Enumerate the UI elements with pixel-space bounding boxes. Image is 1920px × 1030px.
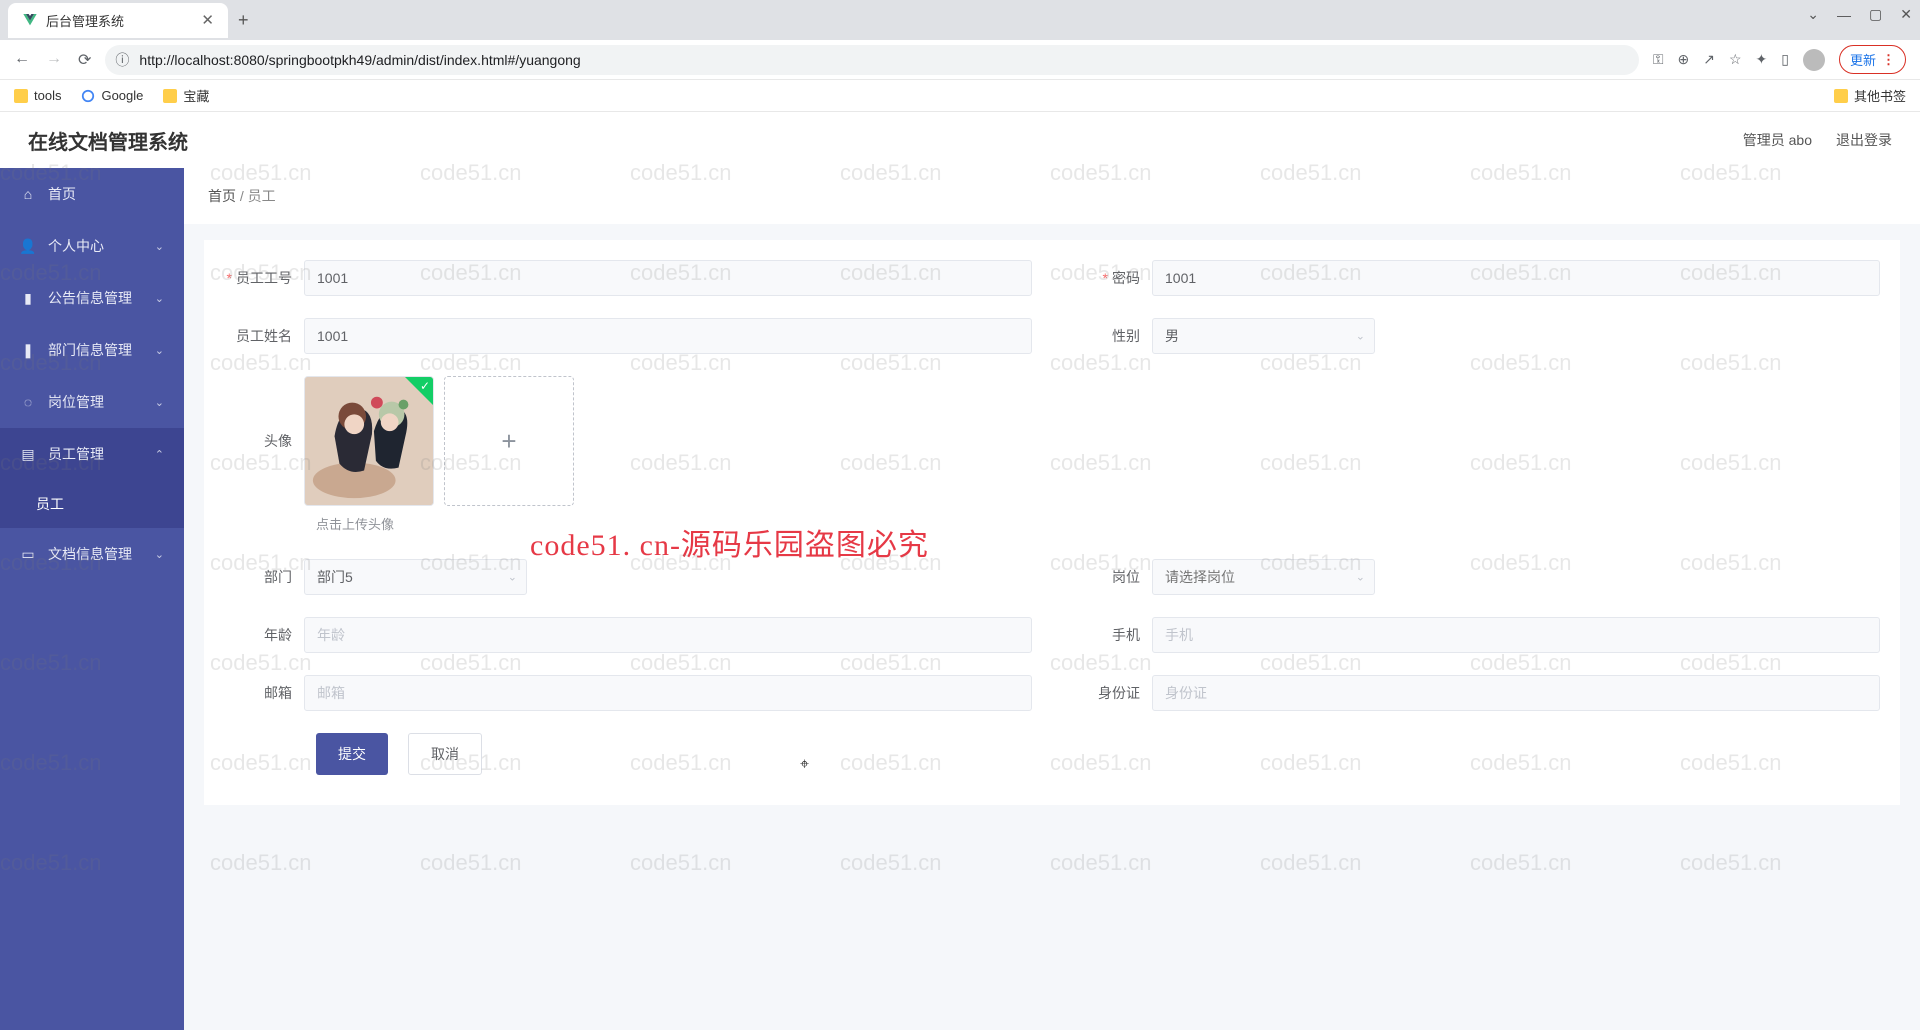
label-employee-id: 员工工号 xyxy=(224,268,304,288)
input-name[interactable] xyxy=(304,318,1032,354)
bookmark-tools[interactable]: tools xyxy=(14,88,61,103)
vue-favicon-icon xyxy=(22,12,38,28)
close-tab-icon[interactable]: ✕ xyxy=(201,11,214,29)
submit-button[interactable]: 提交 xyxy=(316,733,388,775)
sidebar-item-home[interactable]: ⌂首页 xyxy=(0,168,184,220)
breadcrumb-current: 员工 xyxy=(248,188,276,204)
reload-button[interactable]: ⟳ xyxy=(78,50,91,70)
sidebar-item-position[interactable]: ◌岗位管理⌄ xyxy=(0,376,184,428)
employee-form: 员工工号 密码 员工姓名 性别 ⌄ xyxy=(204,240,1900,805)
password-key-icon[interactable]: ⚿ xyxy=(1653,51,1664,68)
sidebar-item-employee[interactable]: ▤员工管理⌃ xyxy=(0,428,184,480)
app-title: 在线文档管理系统 xyxy=(28,126,188,155)
sidebar-item-profile[interactable]: 👤个人中心⌄ xyxy=(0,220,184,272)
chevron-down-icon: ⌄ xyxy=(155,240,164,253)
update-button[interactable]: 更新⋮ xyxy=(1839,45,1906,74)
label-dept: 部门 xyxy=(224,567,304,587)
sidebar: ⌂首页 👤个人中心⌄ ▮公告信息管理⌄ ❚部门信息管理⌄ ◌岗位管理⌄ ▤员工管… xyxy=(0,168,184,1030)
label-post: 岗位 xyxy=(1072,567,1152,587)
tab-bar: 后台管理系统 ✕ + ⌄ — ▢ ✕ xyxy=(0,0,1920,40)
submenu-employee: 员工 xyxy=(0,480,184,528)
list-icon: ▤ xyxy=(20,446,36,463)
new-tab-button[interactable]: + xyxy=(238,10,249,31)
breadcrumb-sep: / xyxy=(240,188,244,204)
share-icon[interactable]: ↗ xyxy=(1703,51,1715,68)
current-user[interactable]: 管理员 abo xyxy=(1743,130,1812,150)
chevron-down-icon: ⌄ xyxy=(155,396,164,409)
select-post[interactable] xyxy=(1152,559,1375,595)
input-employee-id[interactable] xyxy=(304,260,1032,296)
profile-avatar[interactable] xyxy=(1803,49,1825,71)
main-layout: ⌂首页 👤个人中心⌄ ▮公告信息管理⌄ ❚部门信息管理⌄ ◌岗位管理⌄ ▤员工管… xyxy=(0,168,1920,1030)
chevron-up-icon: ⌃ xyxy=(155,448,164,461)
avatar-preview[interactable] xyxy=(304,376,434,506)
breadcrumb: 首页 / 员工 xyxy=(184,168,1920,224)
tab-title: 后台管理系统 xyxy=(46,11,124,30)
sidebar-subitem-employee[interactable]: 员工 xyxy=(0,480,184,528)
google-icon xyxy=(81,89,95,103)
select-dept[interactable] xyxy=(304,559,527,595)
close-window-icon[interactable]: ✕ xyxy=(1900,6,1912,23)
label-email: 邮箱 xyxy=(224,683,304,703)
extensions-icon[interactable]: ✦ xyxy=(1756,51,1768,68)
bookmark-star-icon[interactable]: ☆ xyxy=(1729,51,1742,68)
label-password: 密码 xyxy=(1072,268,1152,288)
minimize-icon[interactable]: — xyxy=(1837,7,1851,23)
browser-tab[interactable]: 后台管理系统 ✕ xyxy=(8,3,228,38)
input-age[interactable] xyxy=(304,617,1032,653)
bookmark-bar: tools Google 宝藏 其他书签 xyxy=(0,80,1920,112)
folder-icon xyxy=(163,89,177,103)
input-password[interactable] xyxy=(1152,260,1880,296)
site-info-icon[interactable]: ⓘ xyxy=(115,50,129,70)
bookmark-google[interactable]: Google xyxy=(81,88,143,103)
forward-button[interactable]: → xyxy=(46,50,62,70)
label-gender: 性别 xyxy=(1072,326,1152,346)
plus-icon: + xyxy=(501,426,516,457)
avatar-upload-button[interactable]: + xyxy=(444,376,574,506)
breadcrumb-home[interactable]: 首页 xyxy=(208,188,236,204)
chevron-down-icon: ⌄ xyxy=(155,292,164,305)
label-idcard: 身份证 xyxy=(1072,683,1152,703)
user-icon: 👤 xyxy=(20,238,36,255)
bars-icon: ▮ xyxy=(20,290,36,307)
upload-success-icon xyxy=(405,377,433,405)
folder-icon xyxy=(14,89,28,103)
sidebar-item-department[interactable]: ❚部门信息管理⌄ xyxy=(0,324,184,376)
browser-chrome: 后台管理系统 ✕ + ⌄ — ▢ ✕ ← → ⟳ ⓘ http://localh… xyxy=(0,0,1920,112)
address-bar: ← → ⟳ ⓘ http://localhost:8080/springboot… xyxy=(0,40,1920,80)
back-button[interactable]: ← xyxy=(14,50,30,70)
avatar-hint: 点击上传头像 xyxy=(316,514,1880,533)
dropdown-icon[interactable]: ⌄ xyxy=(1807,6,1819,23)
doc-icon: ▭ xyxy=(20,546,36,563)
sidebar-item-document[interactable]: ▭文档信息管理⌄ xyxy=(0,528,184,580)
app-header: 在线文档管理系统 管理员 abo 退出登录 xyxy=(0,112,1920,168)
cancel-button[interactable]: 取消 xyxy=(408,733,482,775)
label-phone: 手机 xyxy=(1072,625,1152,645)
building-icon: ❚ xyxy=(20,342,36,359)
url-input-wrap[interactable]: ⓘ http://localhost:8080/springbootpkh49/… xyxy=(105,45,1638,75)
maximize-icon[interactable]: ▢ xyxy=(1869,6,1882,23)
zoom-icon[interactable]: ⊕ xyxy=(1678,51,1690,68)
label-name: 员工姓名 xyxy=(224,326,304,346)
content-area: 首页 / 员工 员工工号 密码 员工姓名 xyxy=(184,168,1920,1030)
folder-icon xyxy=(1834,89,1848,103)
window-controls: ⌄ — ▢ ✕ xyxy=(1807,6,1912,23)
chevron-down-icon: ⌄ xyxy=(155,344,164,357)
chevron-down-icon: ⌄ xyxy=(155,548,164,561)
label-age: 年龄 xyxy=(224,625,304,645)
select-gender[interactable] xyxy=(1152,318,1375,354)
circle-icon: ◌ xyxy=(20,394,36,410)
label-avatar: 头像 xyxy=(224,376,304,451)
bookmark-other[interactable]: 其他书签 xyxy=(1834,86,1906,105)
url-text: http://localhost:8080/springbootpkh49/ad… xyxy=(139,52,580,68)
logout-link[interactable]: 退出登录 xyxy=(1836,130,1892,150)
input-idcard[interactable] xyxy=(1152,675,1880,711)
reading-list-icon[interactable]: ▯ xyxy=(1781,51,1789,68)
bookmark-treasure[interactable]: 宝藏 xyxy=(163,86,209,105)
home-icon: ⌂ xyxy=(20,186,36,202)
sidebar-item-notice[interactable]: ▮公告信息管理⌄ xyxy=(0,272,184,324)
input-email[interactable] xyxy=(304,675,1032,711)
input-phone[interactable] xyxy=(1152,617,1880,653)
